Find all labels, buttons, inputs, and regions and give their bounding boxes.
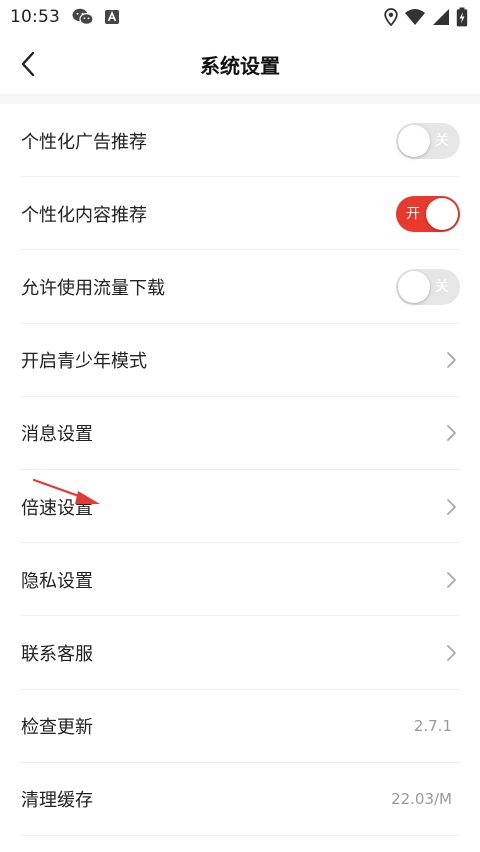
personalized-content-toggle[interactable]: 开 [396, 195, 460, 232]
status-notification-icons [72, 8, 120, 26]
wifi-icon [405, 9, 425, 25]
setting-row-clear-cache[interactable]: 清理缓存 22.03/M [0, 763, 480, 837]
back-button[interactable] [12, 48, 44, 80]
chevron-left-icon [21, 51, 35, 77]
setting-row-contact-support[interactable]: 联系客服 [0, 616, 480, 690]
setting-row-check-update[interactable]: 检查更新 2.7.1 [0, 690, 480, 763]
chevron-right-icon [447, 352, 456, 369]
battery-charging-icon [456, 7, 468, 27]
toggle-state-text: 关 [435, 132, 449, 149]
toggle-state-text: 关 [435, 278, 449, 295]
setting-label: 清理缓存 [21, 790, 93, 812]
setting-label: 倍速设置 [21, 497, 93, 519]
setting-row-teen-mode[interactable]: 开启青少年模式 [0, 324, 480, 397]
setting-label: 个性化内容推荐 [21, 204, 147, 226]
status-time: 10:53 [10, 7, 60, 27]
toggle-state-text: 开 [406, 205, 420, 222]
setting-label: 开启青少年模式 [21, 351, 147, 373]
personalized-ads-toggle[interactable]: 关 [396, 122, 460, 159]
setting-label: 联系客服 [21, 643, 93, 665]
setting-label: 允许使用流量下载 [21, 277, 165, 299]
location-icon [384, 8, 398, 26]
setting-row-personalized-content[interactable]: 个性化内容推荐 开 [0, 177, 480, 251]
settings-list: 个性化广告推荐 关 个性化内容推荐 开 允许使用流量下载 关 开启青少年模式 消… [0, 104, 480, 837]
chevron-right-icon [447, 498, 456, 515]
setting-row-message-settings[interactable]: 消息设置 [0, 397, 480, 471]
toggle-knob [398, 124, 430, 157]
page-title: 系统设置 [200, 53, 280, 78]
setting-row-playback-speed[interactable]: 倍速设置 [0, 470, 480, 544]
setting-label: 隐私设置 [21, 570, 93, 592]
header-divider [0, 94, 480, 104]
app-version-value: 2.7.1 [413, 717, 452, 736]
mobile-data-download-toggle[interactable]: 关 [396, 268, 460, 305]
setting-label: 个性化广告推荐 [21, 131, 147, 153]
setting-label: 检查更新 [21, 717, 93, 739]
setting-row-mobile-data-download[interactable]: 允许使用流量下载 关 [0, 250, 480, 324]
header: 系统设置 [0, 34, 480, 94]
toggle-knob [426, 197, 458, 230]
status-system-icons [384, 7, 468, 27]
chevron-right-icon [447, 571, 456, 588]
setting-label: 消息设置 [21, 424, 93, 446]
signal-icon [433, 9, 449, 25]
wechat-icon [72, 8, 94, 26]
cache-size-value: 22.03/M [391, 790, 452, 809]
toggle-knob [398, 270, 430, 303]
setting-row-personalized-ads[interactable]: 个性化广告推荐 关 [0, 104, 480, 178]
chevron-right-icon [447, 425, 456, 442]
chevron-right-icon [447, 645, 456, 661]
a-badge-icon [105, 10, 119, 24]
status-bar: 10:53 [0, 0, 480, 34]
setting-row-privacy-settings[interactable]: 隐私设置 [0, 543, 480, 617]
